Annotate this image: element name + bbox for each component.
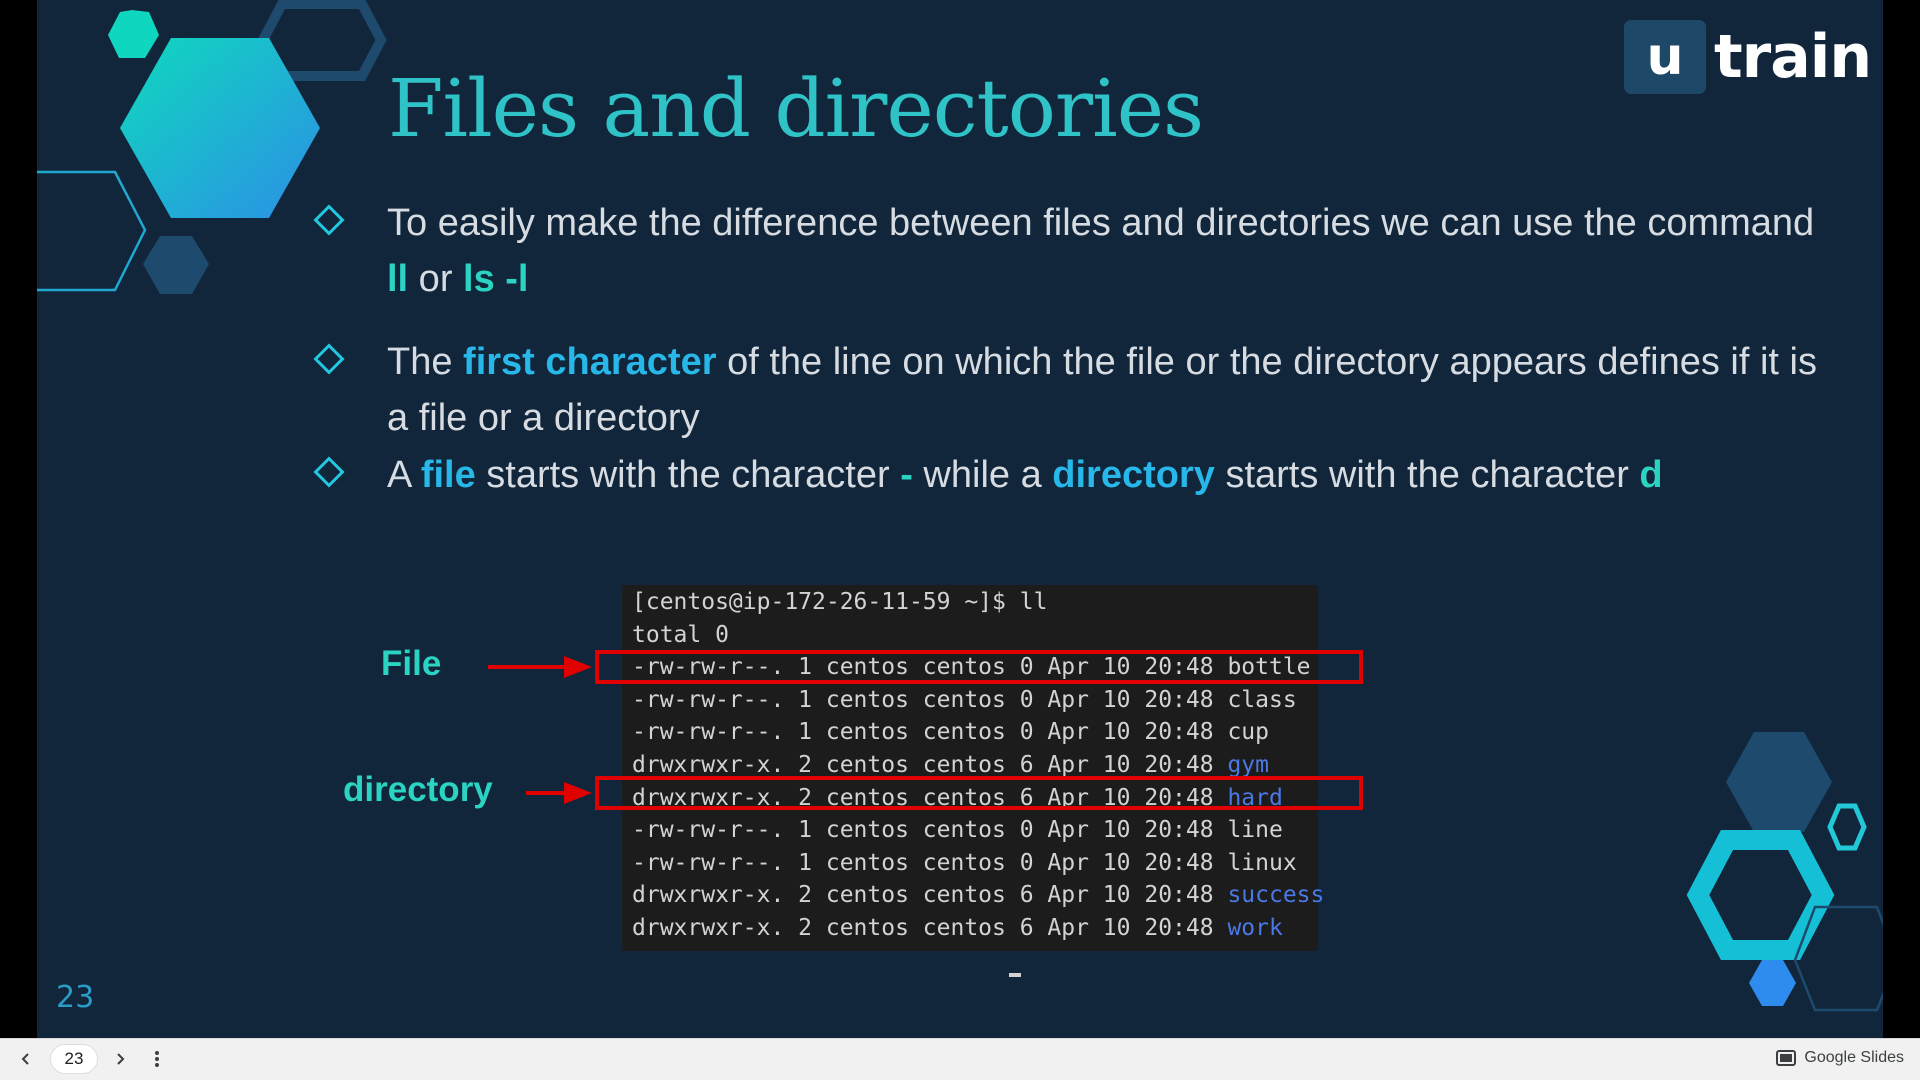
terminal-row: -rw-rw-r--. 1 centos centos 0 Apr 10 20:… — [622, 716, 1318, 749]
terminal-row: drwxrwxr-x. 2 centos centos 6 Apr 10 20:… — [622, 879, 1324, 912]
directory-arrow-icon — [526, 782, 592, 804]
slide-number: 23 — [56, 980, 95, 1015]
slides-icon — [1776, 1050, 1797, 1066]
hexagon-navy — [1726, 732, 1832, 832]
directory-name: success — [1227, 882, 1325, 909]
google-slides-brand[interactable]: Google Slides — [1776, 1049, 1904, 1067]
bullet-segment: starts with the character — [475, 454, 901, 496]
terminal-row-meta: drwxrwxr-x. 2 centos centos 6 Apr 10 20:… — [632, 882, 1228, 909]
bullet-text: To easily make the difference between fi… — [387, 195, 1837, 307]
decorative-hexagons-top-left — [37, 0, 387, 294]
bullet-segment: The — [387, 341, 464, 383]
hexagon-outline-left — [37, 170, 147, 292]
terminal-row: -rw-rw-r--. 1 centos centos 0 Apr 10 20:… — [622, 684, 1318, 717]
terminal-total: total 0 — [632, 621, 729, 648]
terminal-row-meta: -rw-rw-r--. 1 centos centos 0 Apr 10 20:… — [632, 719, 1228, 746]
terminal-cursor — [1009, 973, 1021, 978]
diamond-bullet-icon — [313, 343, 345, 375]
previous-slide-button[interactable] — [12, 1045, 40, 1073]
more-options-button[interactable] — [143, 1045, 171, 1073]
directory-highlight-box — [595, 776, 1363, 810]
hexagon-outline-faint — [1793, 905, 1883, 1012]
file-name: linux — [1227, 849, 1297, 876]
logo-mark: u — [1624, 20, 1706, 94]
terminal-row: -rw-rw-r--. 1 centos centos 0 Apr 10 20:… — [622, 847, 1318, 880]
utrain-logo: u train — [1624, 20, 1872, 94]
more-vertical-icon — [155, 1051, 159, 1067]
bullet-segment: ls -l — [463, 258, 529, 300]
terminal-row-meta: -rw-rw-r--. 1 centos centos 0 Apr 10 20:… — [632, 817, 1228, 844]
chevron-left-icon — [21, 1053, 29, 1065]
bullet-segment: first character — [463, 341, 717, 383]
terminal-screenshot: [centos@ip-172-26-11-59 ~]$ ll total 0 -… — [622, 585, 1324, 978]
hexagon-gradient-large — [120, 38, 320, 218]
terminal-cursor-line — [622, 945, 1318, 978]
slide-title: Files and directories — [388, 62, 1204, 155]
bullet-segment: - — [900, 454, 913, 496]
hexagon-blue-small — [1749, 960, 1796, 1006]
hexagon-outline-teal-small — [1827, 803, 1867, 851]
file-highlight-box — [595, 650, 1363, 684]
terminal-row-meta: -rw-rw-r--. 1 centos centos 0 Apr 10 20:… — [632, 686, 1228, 713]
terminal-row: drwxrwxr-x. 2 centos centos 6 Apr 10 20:… — [622, 912, 1318, 945]
file-arrow-icon — [488, 656, 592, 678]
bullet-segment: starts with the character — [1214, 454, 1640, 496]
terminal-row: -rw-rw-r--. 1 centos centos 0 Apr 10 20:… — [622, 814, 1318, 847]
chevron-right-icon — [117, 1053, 125, 1065]
directory-name: work — [1227, 914, 1283, 941]
bullet-segment: ll — [387, 258, 409, 300]
page-number-field[interactable]: 23 — [50, 1044, 98, 1074]
terminal-row-meta: drwxrwxr-x. 2 centos centos 6 Apr 10 20:… — [632, 751, 1228, 778]
directory-label: directory — [343, 770, 493, 809]
bullet-segment: while a — [912, 454, 1053, 496]
brand-label: Google Slides — [1804, 1049, 1904, 1066]
decorative-hexagons-bottom-right — [1686, 732, 1883, 1012]
presentation-bottom-bar: 23 Google Slides — [0, 1038, 1920, 1080]
file-name: line — [1227, 817, 1283, 844]
bullet-segment: A — [387, 454, 421, 496]
bullet-segment: d — [1639, 454, 1663, 496]
next-slide-button[interactable] — [106, 1045, 134, 1073]
diamond-bullet-icon — [313, 456, 345, 488]
terminal-row-meta: drwxrwxr-x. 2 centos centos 6 Apr 10 20:… — [632, 914, 1228, 941]
slide: u train Files and directories To easily … — [37, 0, 1883, 1038]
file-label: File — [381, 644, 442, 683]
bullet-segment: file — [420, 454, 476, 496]
bullet-segment: or — [408, 258, 464, 300]
logo-text: train — [1714, 22, 1872, 92]
hexagon-navy-small — [143, 236, 209, 294]
directory-name: gym — [1227, 751, 1269, 778]
bullet-text: The first character of the line on which… — [387, 334, 1837, 446]
bullet-text: A file starts with the character - while… — [387, 447, 1837, 503]
file-name: cup — [1227, 719, 1269, 746]
terminal-row-meta: -rw-rw-r--. 1 centos centos 0 Apr 10 20:… — [632, 849, 1228, 876]
file-name: class — [1227, 686, 1297, 713]
bullet-segment: To easily make the difference between fi… — [387, 202, 1815, 244]
bullet-segment: directory — [1052, 454, 1215, 496]
terminal-prompt: [centos@ip-172-26-11-59 ~]$ ll — [632, 589, 1048, 615]
hexagon-teal-small — [108, 10, 159, 58]
